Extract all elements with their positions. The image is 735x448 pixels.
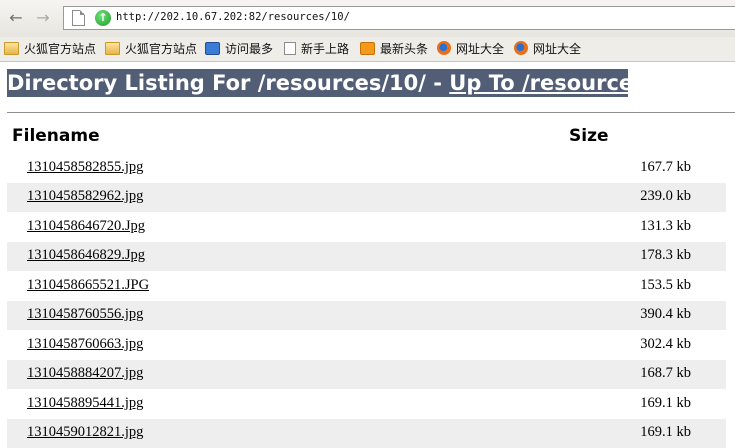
- page-title: Directory Listing For /resources/10/ - U…: [7, 69, 628, 97]
- search-icon: [205, 42, 220, 55]
- file-link[interactable]: 1310459012821.jpg: [27, 424, 143, 441]
- firefox-icon: [437, 41, 451, 55]
- bookmark-label: 新手上路: [301, 42, 350, 56]
- go-icon[interactable]: ↑: [95, 10, 111, 26]
- file-size: 169.1 kb: [640, 395, 691, 411]
- address-bar[interactable]: ↑ http://202.10.67.202:82/resources/10/: [63, 6, 735, 30]
- bookmark-item[interactable]: 最新头条: [360, 40, 428, 58]
- table-row: 1310458582855.jpg 167.7 kb: [7, 154, 726, 183]
- page-icon: [284, 42, 296, 55]
- table-row: 1310458760663.jpg 302.4 kb: [7, 331, 726, 360]
- file-size: 168.7 kb: [640, 365, 691, 381]
- bookmark-label: 火狐官方站点: [24, 42, 97, 56]
- table-row: 1310459012821.jpg 169.1 kb: [7, 419, 726, 448]
- table-row: 1310458646829.Jpg 178.3 kb: [7, 242, 726, 271]
- page-content: Directory Listing For /resources/10/ - U…: [0, 62, 735, 448]
- file-size: 390.4 kb: [640, 306, 691, 322]
- bookmark-item[interactable]: 网址大全: [514, 40, 581, 58]
- table-row: 1310458665521.JPG 153.5 kb: [7, 272, 726, 301]
- file-link[interactable]: 1310458646720.Jpg: [27, 218, 145, 235]
- file-size: 169.1 kb: [640, 424, 691, 440]
- file-size: 239.0 kb: [640, 188, 691, 204]
- divider: [7, 112, 735, 113]
- rss-icon: [360, 42, 375, 55]
- folder-icon: [4, 42, 19, 55]
- file-link[interactable]: 1310458582962.jpg: [27, 188, 143, 205]
- file-link[interactable]: 1310458895441.jpg: [27, 395, 143, 412]
- folder-icon: [105, 42, 120, 55]
- heading-text: Directory Listing For /resources/10/ -: [7, 71, 450, 95]
- file-link[interactable]: 1310458760556.jpg: [27, 306, 143, 323]
- table-row: 1310458646720.Jpg 131.3 kb: [7, 213, 726, 242]
- filename-column-header: Filename: [12, 126, 100, 146]
- back-button[interactable]: ←: [6, 7, 26, 29]
- bookmark-item[interactable]: 新手上路: [284, 40, 349, 58]
- url-text[interactable]: http://202.10.67.202:82/resources/10/: [116, 11, 350, 23]
- bookmark-label: 网址大全: [533, 42, 582, 56]
- file-link[interactable]: 1310458646829.Jpg: [27, 247, 145, 264]
- forward-button[interactable]: →: [33, 7, 53, 29]
- file-size: 131.3 kb: [640, 218, 691, 234]
- bookmark-item[interactable]: 网址大全: [437, 40, 504, 58]
- firefox-icon: [514, 41, 528, 55]
- file-size: 302.4 kb: [640, 336, 691, 352]
- file-link[interactable]: 1310458582855.jpg: [27, 159, 143, 176]
- file-size: 153.5 kb: [640, 277, 691, 293]
- page-icon: [72, 10, 85, 26]
- bookmark-label: 火狐官方站点: [125, 42, 198, 56]
- bookmark-item[interactable]: 访问最多: [205, 40, 273, 58]
- bookmark-item[interactable]: 火狐官方站点: [4, 40, 96, 58]
- up-to-parent-link[interactable]: Up To /resources: [449, 71, 628, 95]
- table-row: 1310458895441.jpg 169.1 kb: [7, 390, 726, 419]
- table-row: 1310458582962.jpg 239.0 kb: [7, 183, 726, 212]
- file-link[interactable]: 1310458760663.jpg: [27, 336, 143, 353]
- bookmarks-toolbar: 火狐官方站点 火狐官方站点 访问最多 新手上路 最新头条 网址大全 网址大全: [0, 37, 735, 62]
- bookmark-label: 网址大全: [456, 42, 505, 56]
- bookmark-label: 最新头条: [380, 42, 429, 56]
- file-size: 167.7 kb: [640, 159, 691, 175]
- table-row: 1310458760556.jpg 390.4 kb: [7, 301, 726, 330]
- file-size: 178.3 kb: [640, 247, 691, 263]
- navigation-toolbar: ← → ↑ http://202.10.67.202:82/resources/…: [0, 0, 735, 37]
- bookmark-item[interactable]: 火狐官方站点: [105, 40, 197, 58]
- size-column-header: Size: [569, 126, 609, 146]
- file-link[interactable]: 1310458884207.jpg: [27, 365, 143, 382]
- file-link[interactable]: 1310458665521.JPG: [27, 277, 149, 294]
- bookmark-label: 访问最多: [225, 42, 274, 56]
- table-row: 1310458884207.jpg 168.7 kb: [7, 360, 726, 389]
